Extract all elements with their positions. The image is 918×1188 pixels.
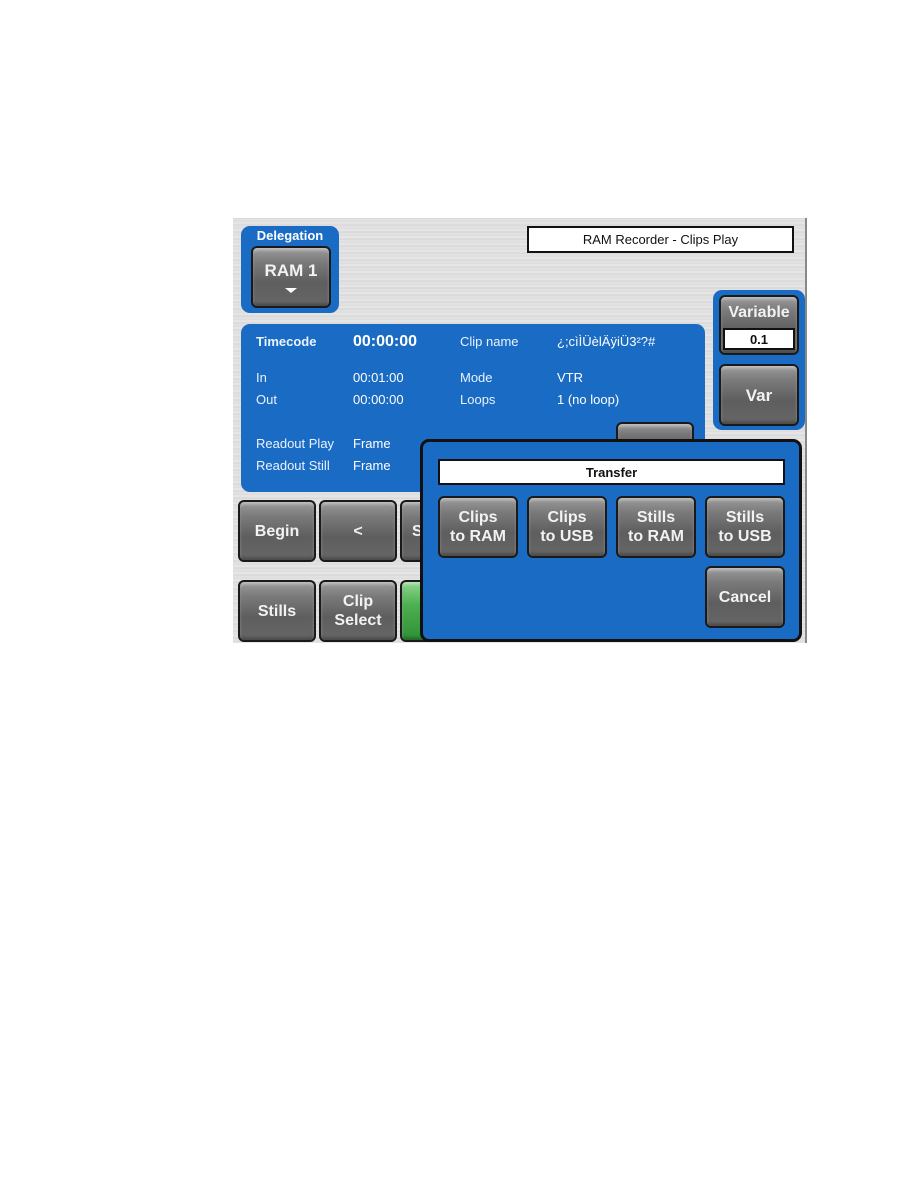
delegation-ram-button[interactable]: RAM 1 — [251, 246, 331, 308]
clip-select-line2: Select — [334, 612, 382, 629]
variable-value: 0.1 — [723, 328, 795, 350]
clipname-label: Clip name — [460, 334, 519, 349]
loops-label: Loops — [460, 392, 496, 407]
screen-title: RAM Recorder - Clips Play — [527, 226, 794, 253]
cancel-button[interactable]: Cancel — [705, 566, 785, 628]
delegation-label: Delegation — [256, 228, 324, 243]
clips-to-usb-line2: to USB — [540, 528, 594, 545]
stills-to-usb-button[interactable]: Stills to USB — [705, 496, 785, 558]
transfer-dialog: Transfer Clips to RAM Clips to USB Still… — [420, 439, 802, 642]
var-button[interactable]: Var — [719, 364, 799, 426]
mode-label: Mode — [460, 370, 493, 385]
stills-to-ram-line2: to RAM — [628, 528, 684, 545]
readout-play-value: Frame — [353, 436, 391, 451]
stills-to-usb-line2: to USB — [718, 528, 772, 545]
back-button[interactable]: < — [319, 500, 397, 562]
in-value: 00:01:00 — [353, 370, 404, 385]
stills-to-usb-line1: Stills — [725, 509, 765, 526]
timecode-value: 00:00:00 — [353, 333, 418, 350]
loops-value: 1 (no loop) — [557, 392, 620, 407]
clipname-value: ¿;cìÌÜèlÄÿiÜ3²?# — [557, 334, 656, 349]
clips-to-ram-line1: Clips — [458, 509, 498, 526]
dropdown-arrow-icon — [285, 288, 297, 293]
out-value: 00:00:00 — [353, 392, 404, 407]
ram-recorder-screen: Delegation RAM 1 RAM Recorder - Clips Pl… — [233, 218, 807, 643]
clip-select-line1: Clip — [342, 593, 374, 610]
readout-play-label: Readout Play — [256, 436, 335, 451]
begin-button[interactable]: Begin — [238, 500, 316, 562]
clips-to-usb-button[interactable]: Clips to USB — [527, 496, 607, 558]
delegation-ram-label: RAM 1 — [264, 261, 318, 280]
clips-to-usb-line1: Clips — [547, 509, 587, 526]
stills-to-ram-button[interactable]: Stills to RAM — [616, 496, 696, 558]
timecode-label: Timecode — [256, 334, 317, 349]
mode-value: VTR — [557, 370, 583, 385]
in-label: In — [256, 370, 267, 385]
stills-button[interactable]: Stills — [238, 580, 316, 642]
clips-to-ram-line2: to RAM — [450, 528, 506, 545]
out-label: Out — [256, 392, 277, 407]
readout-still-label: Readout Still — [256, 458, 330, 473]
clips-to-ram-button[interactable]: Clips to RAM — [438, 496, 518, 558]
variable-label: Variable — [728, 304, 790, 321]
clip-select-button[interactable]: Clip Select — [319, 580, 397, 642]
readout-still-value: Frame — [353, 458, 391, 473]
transfer-title: Transfer — [438, 459, 785, 485]
delegation-panel: Delegation RAM 1 — [241, 226, 339, 313]
variable-panel: Variable 0.1 Var — [713, 290, 805, 430]
stills-to-ram-line1: Stills — [636, 509, 676, 526]
